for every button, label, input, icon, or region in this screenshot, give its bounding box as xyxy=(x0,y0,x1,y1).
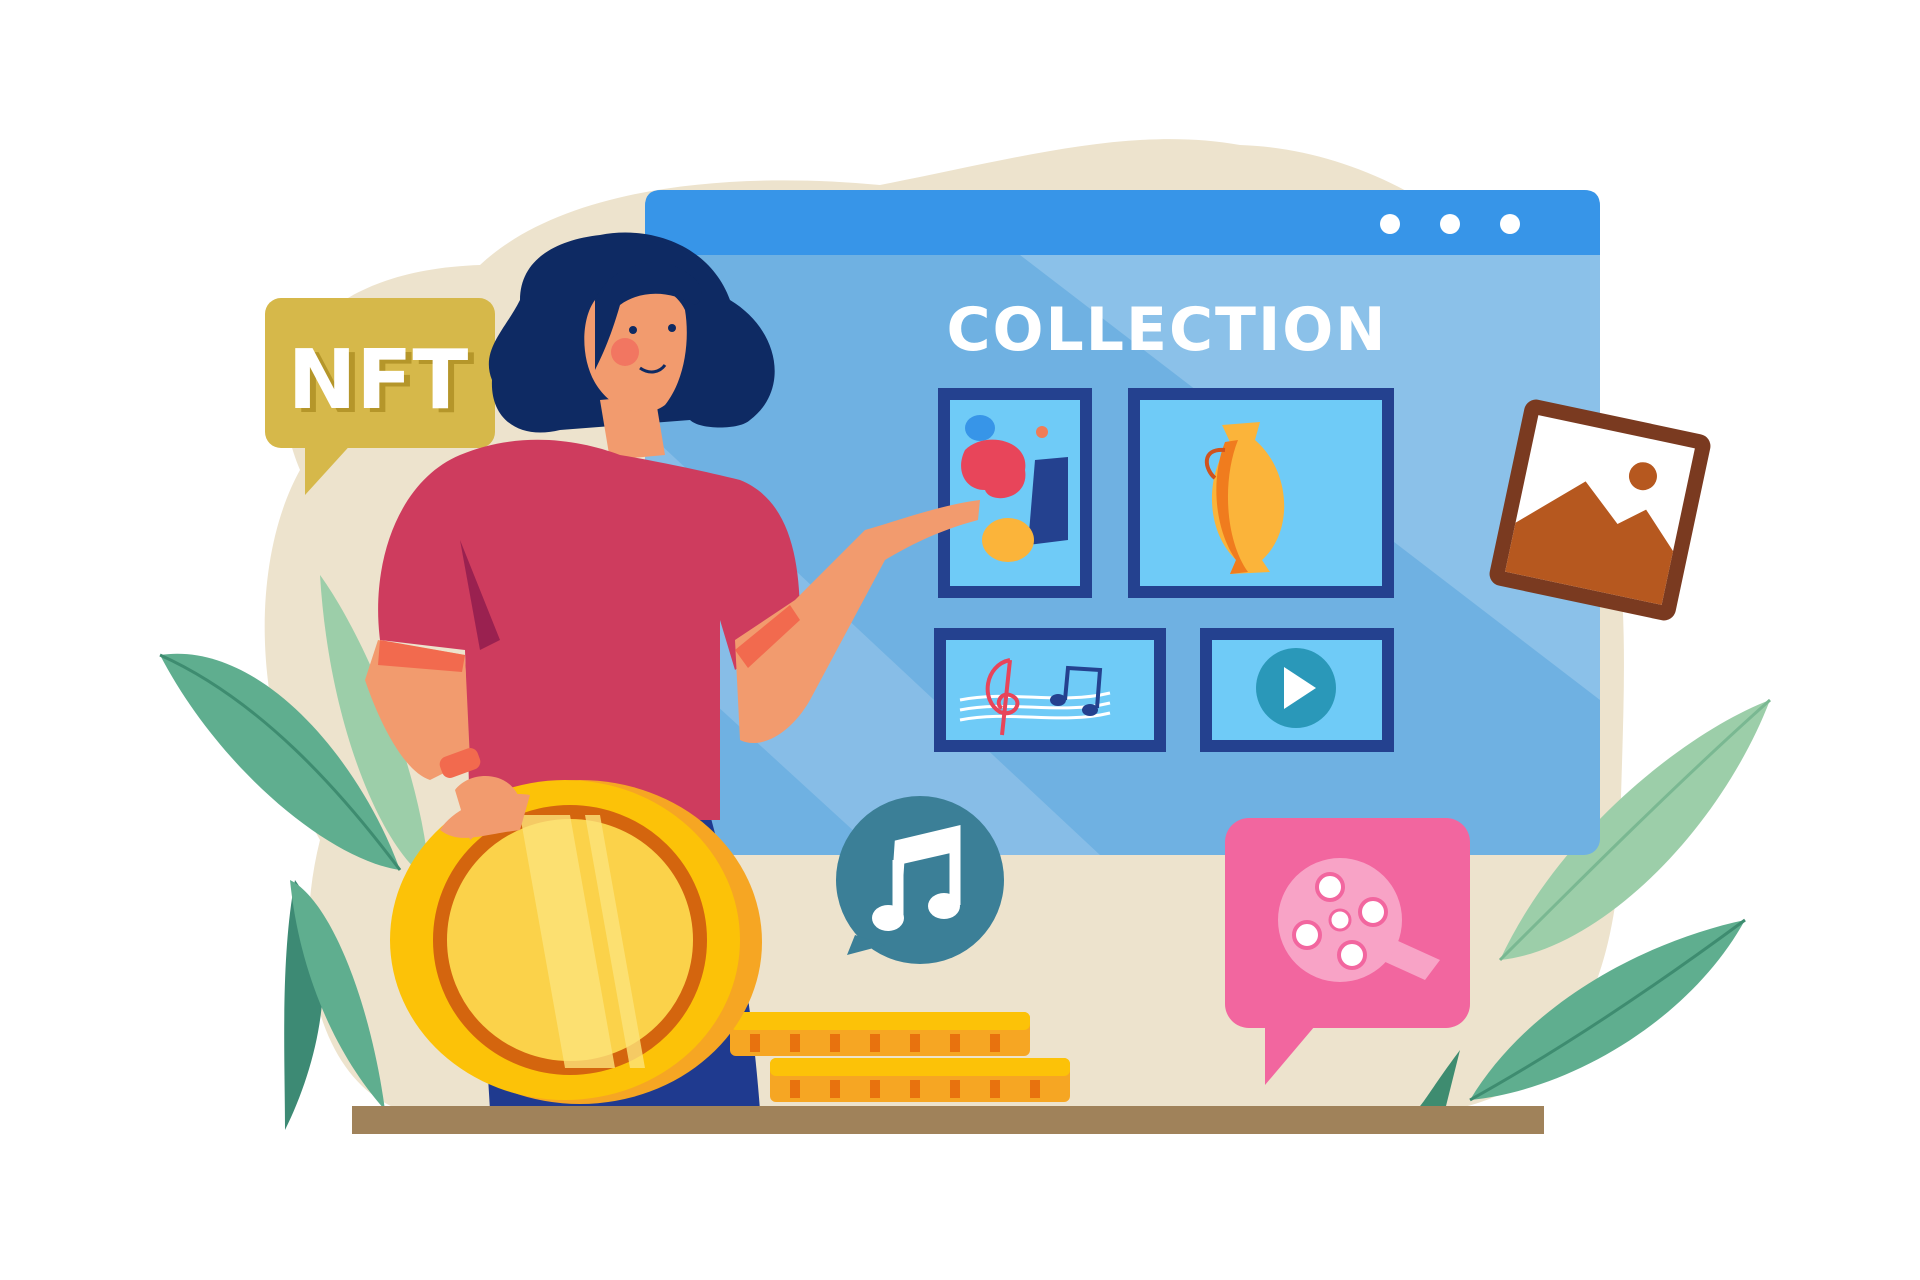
table-top xyxy=(352,1106,1544,1134)
nft-collection-illustration: COLLECTION NFT NFT xyxy=(159,139,1771,1134)
window-dot-icon xyxy=(1500,214,1520,234)
gallery-tile-music xyxy=(934,628,1166,752)
gallery-tile-abstract xyxy=(938,388,1092,598)
music-note-icon xyxy=(836,796,1004,964)
browser-window: COLLECTION xyxy=(645,190,1600,855)
image-icon xyxy=(1489,399,1711,621)
window-dot-icon xyxy=(1380,214,1400,234)
nft-badge-text: NFT xyxy=(288,333,469,428)
collection-heading: COLLECTION xyxy=(947,295,1388,365)
gallery-tile-vase xyxy=(1128,388,1394,598)
window-dot-icon xyxy=(1440,214,1460,234)
gallery-tile-video xyxy=(1200,628,1394,752)
